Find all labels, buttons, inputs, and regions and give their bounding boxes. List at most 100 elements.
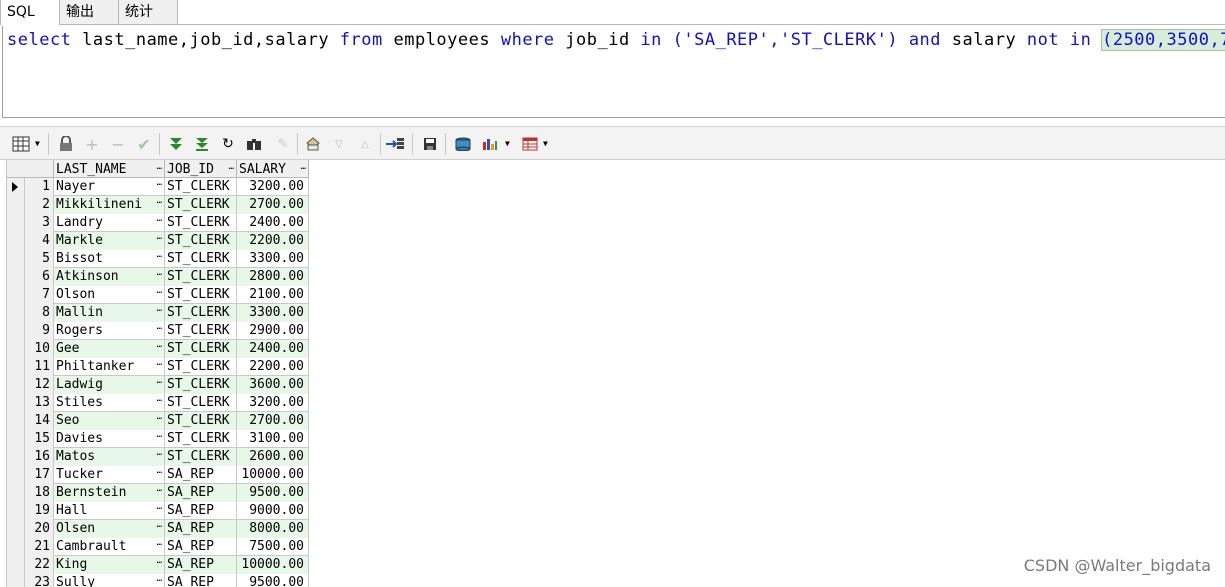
chevron-down-icon[interactable]: ▼	[35, 133, 43, 155]
table-row[interactable]: 10 Gee … ST_CLERK 2400.00	[7, 340, 309, 358]
row-indicator[interactable]	[7, 466, 25, 484]
cell-editor-icon[interactable]: …	[157, 286, 162, 300]
save-icon[interactable]	[419, 133, 441, 155]
row-indicator[interactable]	[7, 448, 25, 466]
cell-salary[interactable]: 10000.00	[237, 556, 309, 574]
link-icon[interactable]	[384, 133, 406, 155]
cell-salary[interactable]: 2400.00	[237, 214, 309, 232]
cell-editor-icon[interactable]: …	[157, 196, 162, 210]
cell-job-id[interactable]: SA_REP	[165, 520, 237, 538]
query-by-example-icon[interactable]	[302, 133, 324, 155]
column-menu-icon[interactable]: …	[229, 158, 234, 177]
row-indicator[interactable]	[7, 286, 25, 304]
cell-last-name[interactable]: Rogers…	[54, 322, 165, 340]
row-indicator[interactable]	[7, 502, 25, 520]
cell-job-id[interactable]: ST_CLERK	[165, 448, 237, 466]
row-number[interactable]: 6	[25, 268, 54, 286]
cell-last-name[interactable]: Gee…	[54, 340, 165, 358]
cell-editor-icon[interactable]: …	[157, 484, 162, 498]
row-number[interactable]: 13	[25, 394, 54, 412]
cell-editor-icon[interactable]: …	[157, 520, 162, 534]
cell-editor-icon[interactable]: …	[157, 556, 162, 570]
row-indicator[interactable]	[7, 322, 25, 340]
cell-job-id[interactable]: ST_CLERK	[165, 268, 237, 286]
cell-last-name[interactable]: Davies…	[54, 430, 165, 448]
cell-last-name[interactable]: Matos…	[54, 448, 165, 466]
table-view-icon[interactable]	[519, 133, 541, 155]
cell-job-id[interactable]: SA_REP	[165, 502, 237, 520]
result-grid[interactable]: LAST_NAME… JOB_ID… SALARY… 1 Nayer… ST_CLE…	[6, 160, 309, 587]
row-number[interactable]: 12	[25, 376, 54, 394]
row-indicator[interactable]	[7, 574, 25, 587]
cell-last-name[interactable]: Seo…	[54, 412, 165, 430]
cell-editor-icon[interactable]: …	[157, 376, 162, 390]
cell-salary[interactable]: 2600.00	[237, 448, 309, 466]
row-number[interactable]: 7	[25, 286, 54, 304]
cell-job-id[interactable]: ST_CLERK	[165, 358, 237, 376]
cell-last-name[interactable]: Atkinson…	[54, 268, 165, 286]
tab-sql[interactable]: SQL	[0, 0, 60, 25]
cell-job-id[interactable]: ST_CLERK	[165, 412, 237, 430]
cell-salary[interactable]: 3300.00	[237, 250, 309, 268]
table-row[interactable]: 12 Ladwig … ST_CLERK 3600.00	[7, 376, 309, 394]
cell-job-id[interactable]: SA_REP	[165, 466, 237, 484]
filter-icon[interactable]: ▽	[328, 133, 350, 155]
table-row[interactable]: 13 Stiles … ST_CLERK 3200.00	[7, 394, 309, 412]
cell-last-name[interactable]: Stiles…	[54, 394, 165, 412]
row-number[interactable]: 10	[25, 340, 54, 358]
cell-salary[interactable]: 2900.00	[237, 322, 309, 340]
cell-editor-icon[interactable]: …	[157, 232, 162, 246]
row-indicator[interactable]	[7, 538, 25, 556]
cell-job-id[interactable]: ST_CLERK	[165, 286, 237, 304]
column-header-job-id[interactable]: JOB_ID…	[165, 160, 237, 178]
row-number[interactable]: 18	[25, 484, 54, 502]
cell-job-id[interactable]: SA_REP	[165, 484, 237, 502]
chevron-down-icon[interactable]: ▼	[505, 133, 513, 155]
row-number[interactable]: 5	[25, 250, 54, 268]
cell-last-name[interactable]: Bissot…	[54, 250, 165, 268]
table-row[interactable]: 11 Philtanker … ST_CLERK 2200.00	[7, 358, 309, 376]
row-indicator[interactable]	[7, 232, 25, 250]
row-indicator[interactable]	[7, 250, 25, 268]
cell-editor-icon[interactable]: …	[157, 358, 162, 372]
grid-corner[interactable]	[7, 160, 54, 178]
sql-statement[interactable]: select last_name,job_id,salary from empl…	[7, 29, 1225, 51]
cell-editor-icon[interactable]: …	[157, 448, 162, 462]
cell-salary[interactable]: 2700.00	[237, 412, 309, 430]
table-row[interactable]: 16 Matos … ST_CLERK 2600.00	[7, 448, 309, 466]
row-number[interactable]: 4	[25, 232, 54, 250]
cell-salary[interactable]: 3300.00	[237, 304, 309, 322]
cell-last-name[interactable]: Tucker…	[54, 466, 165, 484]
chart-icon[interactable]	[479, 133, 501, 155]
cell-editor-icon[interactable]: …	[157, 502, 162, 516]
find-icon[interactable]	[243, 133, 265, 155]
row-indicator[interactable]	[7, 394, 25, 412]
cell-job-id[interactable]: SA_REP	[165, 574, 237, 587]
cell-last-name[interactable]: Cambrault…	[54, 538, 165, 556]
row-number[interactable]: 11	[25, 358, 54, 376]
column-menu-icon[interactable]: …	[301, 158, 306, 177]
post-changes-icon[interactable]: ✔	[133, 133, 155, 155]
cell-salary[interactable]: 2400.00	[237, 340, 309, 358]
cell-last-name[interactable]: Nayer…	[54, 178, 165, 196]
cell-salary[interactable]: 2800.00	[237, 268, 309, 286]
refresh-icon[interactable]: ↻	[217, 133, 239, 155]
cell-editor-icon[interactable]: …	[157, 250, 162, 264]
table-row[interactable]: 21 Cambrault … SA_REP 7500.00	[7, 538, 309, 556]
lock-icon[interactable]	[55, 133, 77, 155]
row-number[interactable]: 15	[25, 430, 54, 448]
cell-editor-icon[interactable]: …	[157, 430, 162, 444]
fetch-next-icon[interactable]	[165, 133, 187, 155]
table-row[interactable]: 19 Hall … SA_REP 9000.00	[7, 502, 309, 520]
row-number[interactable]: 8	[25, 304, 54, 322]
row-indicator[interactable]	[7, 430, 25, 448]
row-number[interactable]: 19	[25, 502, 54, 520]
cell-job-id[interactable]: ST_CLERK	[165, 376, 237, 394]
row-indicator[interactable]	[7, 358, 25, 376]
cell-last-name[interactable]: Ladwig…	[54, 376, 165, 394]
table-row[interactable]: 22 King … SA_REP 10000.00	[7, 556, 309, 574]
table-row[interactable]: 1 Nayer … ST_CLERK 3200.00	[7, 178, 309, 196]
row-number[interactable]: 23	[25, 574, 54, 587]
cell-salary[interactable]: 9500.00	[237, 484, 309, 502]
sql-editor[interactable]: select last_name,job_id,salary from empl…	[2, 26, 1225, 118]
